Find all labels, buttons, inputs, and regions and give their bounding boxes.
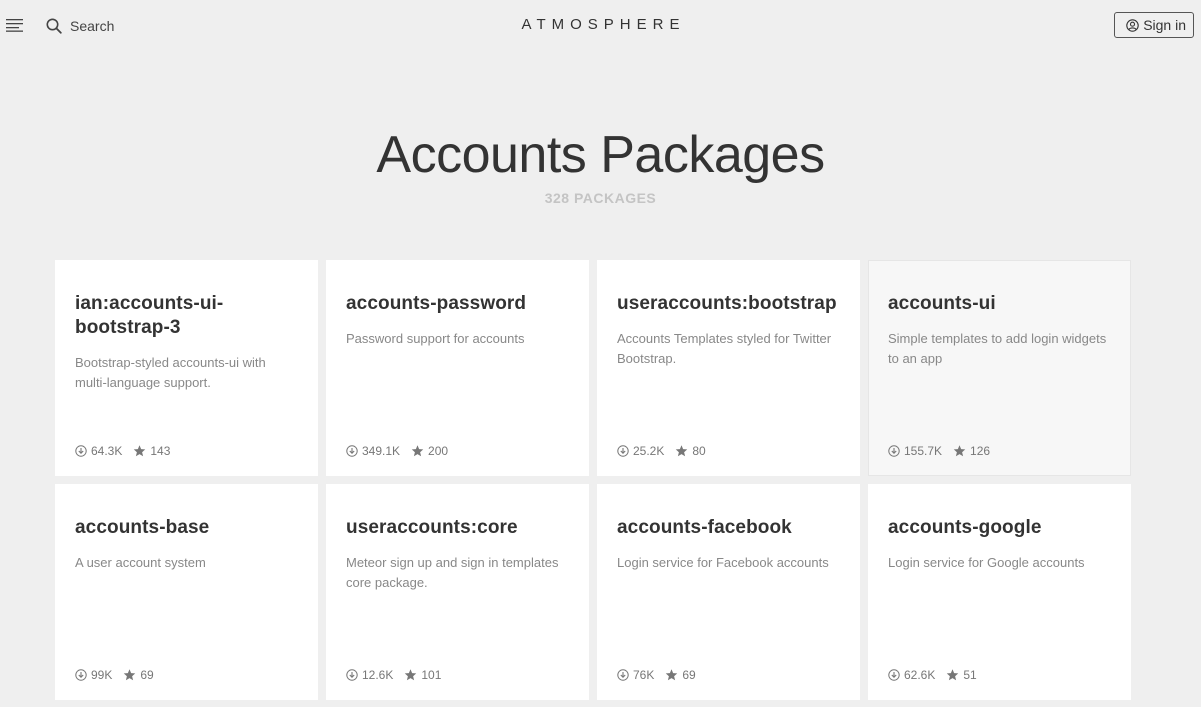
star-icon bbox=[124, 669, 136, 681]
user-circle-icon bbox=[1126, 18, 1139, 32]
star-count: 200 bbox=[411, 444, 448, 458]
install-count-value: 76K bbox=[633, 668, 655, 682]
install-count-value: 155.7K bbox=[904, 444, 943, 458]
star-count-value: 143 bbox=[150, 444, 171, 458]
package-card[interactable]: accounts-password Password support for a… bbox=[326, 260, 589, 476]
package-card[interactable]: accounts-google Login service for Google… bbox=[868, 484, 1131, 700]
package-count: 328 PACKAGES bbox=[544, 190, 657, 206]
install-count-value: 349.1K bbox=[362, 444, 401, 458]
download-icon bbox=[888, 669, 900, 681]
star-count: 126 bbox=[953, 444, 990, 458]
package-card[interactable]: accounts-base A user account system 99K … bbox=[55, 484, 318, 700]
star-count-value: 200 bbox=[428, 444, 449, 458]
download-icon bbox=[75, 669, 87, 681]
install-count: 76K bbox=[617, 668, 654, 682]
download-icon bbox=[617, 445, 629, 457]
package-card[interactable]: useraccounts:bootstrap Accounts Template… bbox=[597, 260, 860, 476]
package-description: Password support for accounts bbox=[346, 331, 525, 346]
star-count: 69 bbox=[665, 668, 696, 682]
star-icon bbox=[953, 445, 966, 457]
star-icon bbox=[666, 669, 678, 681]
star-count-value: 101 bbox=[421, 668, 442, 682]
star-count-value: 69 bbox=[140, 668, 154, 682]
install-count: 25.2K bbox=[617, 444, 664, 458]
star-icon bbox=[411, 445, 424, 457]
package-description: Bootstrap-styled accounts-ui with multi-… bbox=[75, 355, 266, 390]
package-name[interactable]: accounts-ui bbox=[888, 292, 1111, 316]
star-count-value: 80 bbox=[692, 444, 706, 458]
package-stats: 62.6K 51 bbox=[888, 668, 988, 682]
package-name[interactable]: useraccounts:bootstrap bbox=[617, 292, 840, 316]
package-name[interactable]: useraccounts:core bbox=[346, 516, 569, 540]
download-icon bbox=[888, 445, 900, 457]
top-bar: Search ATMOSPHERE Sign in bbox=[0, 0, 1201, 52]
package-card[interactable]: accounts-facebook Login service for Face… bbox=[597, 484, 860, 700]
star-count: 143 bbox=[133, 444, 170, 458]
install-count: 99K bbox=[75, 668, 112, 682]
package-stats: 64.3K 143 bbox=[75, 444, 181, 458]
package-name[interactable]: accounts-google bbox=[888, 516, 1111, 540]
install-count: 349.1K bbox=[346, 444, 400, 458]
download-icon bbox=[346, 669, 358, 681]
star-count-value: 126 bbox=[970, 444, 991, 458]
package-stats: 12.6K 101 bbox=[346, 668, 452, 682]
install-count: 64.3K bbox=[75, 444, 122, 458]
package-description: A user account system bbox=[75, 555, 206, 570]
star-count: 69 bbox=[123, 668, 154, 682]
package-name[interactable]: accounts-base bbox=[75, 516, 298, 540]
sign-in-button[interactable]: Sign in bbox=[1114, 12, 1194, 38]
install-count-value: 25.2K bbox=[633, 444, 665, 458]
star-count-value: 69 bbox=[682, 668, 696, 682]
install-count-value: 62.6K bbox=[904, 668, 936, 682]
star-icon bbox=[405, 669, 417, 681]
hero: Accounts Packages 328 PACKAGES bbox=[0, 122, 1201, 206]
search-icon bbox=[46, 18, 62, 34]
hamburger-icon bbox=[6, 19, 23, 32]
sign-in-label: Sign in bbox=[1143, 17, 1186, 33]
package-stats: 155.7K 126 bbox=[888, 444, 1001, 458]
brand-logo-link[interactable]: ATMOSPHERE bbox=[516, 16, 686, 33]
install-count: 62.6K bbox=[888, 668, 935, 682]
package-stats: 349.1K 200 bbox=[346, 444, 459, 458]
search-button[interactable]: Search bbox=[46, 15, 114, 37]
star-count: 101 bbox=[404, 668, 441, 682]
package-card[interactable]: ian:accounts-ui-bootstrap-3 Bootstrap-st… bbox=[55, 260, 318, 476]
package-stats: 76K 69 bbox=[617, 668, 707, 682]
star-count: 51 bbox=[946, 668, 977, 682]
package-grid: ian:accounts-ui-bootstrap-3 Bootstrap-st… bbox=[55, 260, 1132, 700]
package-name[interactable]: accounts-password bbox=[346, 292, 569, 316]
star-icon bbox=[676, 445, 688, 457]
hamburger-menu-button[interactable] bbox=[6, 18, 24, 32]
package-description: Simple templates to add login widgets to… bbox=[888, 331, 1107, 366]
star-icon bbox=[134, 445, 146, 457]
search-label: Search bbox=[70, 18, 115, 34]
package-description: Meteor sign up and sign in templates cor… bbox=[346, 555, 559, 590]
install-count-value: 99K bbox=[91, 668, 113, 682]
star-count: 80 bbox=[675, 444, 706, 458]
download-icon bbox=[75, 445, 87, 457]
package-description: Login service for Google accounts bbox=[888, 555, 1085, 570]
page-title: Accounts Packages bbox=[376, 126, 825, 184]
download-icon bbox=[617, 669, 629, 681]
star-icon bbox=[947, 669, 959, 681]
package-card-hovered[interactable]: accounts-ui Simple templates to add logi… bbox=[868, 260, 1131, 476]
package-description: Login service for Facebook accounts bbox=[617, 555, 829, 570]
package-name[interactable]: ian:accounts-ui-bootstrap-3 bbox=[75, 292, 298, 340]
package-stats: 99K 69 bbox=[75, 668, 165, 682]
star-count-value: 51 bbox=[963, 668, 977, 682]
brand: ATMOSPHERE bbox=[0, 16, 1201, 33]
package-stats: 25.2K 80 bbox=[617, 444, 717, 458]
install-count: 155.7K bbox=[888, 444, 942, 458]
install-count-value: 12.6K bbox=[362, 668, 394, 682]
package-card[interactable]: useraccounts:core Meteor sign up and sig… bbox=[326, 484, 589, 700]
package-name[interactable]: accounts-facebook bbox=[617, 516, 840, 540]
install-count: 12.6K bbox=[346, 668, 393, 682]
package-description: Accounts Templates styled for Twitter Bo… bbox=[617, 331, 832, 366]
install-count-value: 64.3K bbox=[91, 444, 123, 458]
download-icon bbox=[346, 445, 358, 457]
